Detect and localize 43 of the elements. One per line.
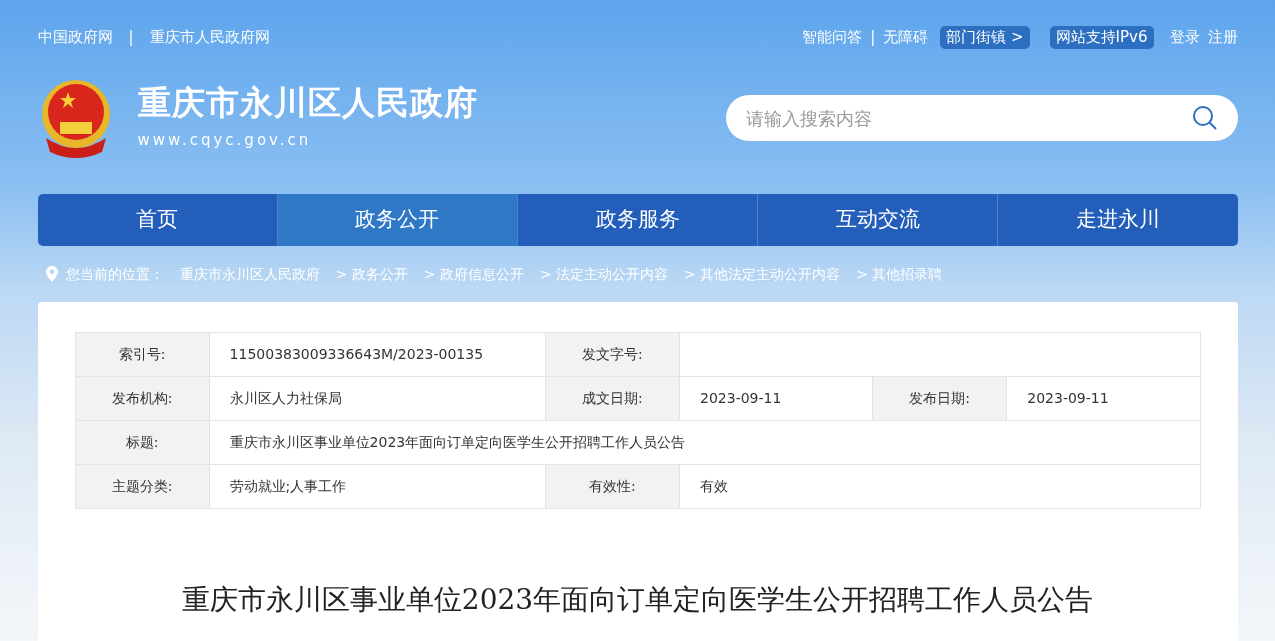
- search-icon[interactable]: [1191, 105, 1218, 131]
- location-pin-icon: [45, 266, 58, 282]
- breadcrumb-link[interactable]: > 政府信息公开: [423, 263, 524, 285]
- field-value: 重庆市永川区事业单位2023年面向订单定向医学生公开招聘工作人员公告: [209, 420, 1200, 465]
- nav-tab[interactable]: 政务服务: [516, 194, 758, 246]
- field-value: 有效: [679, 464, 1200, 509]
- nav-tab[interactable]: 首页: [37, 194, 277, 246]
- field-label: 发布日期:: [872, 376, 1007, 421]
- top-link[interactable]: 注册: [1207, 26, 1238, 49]
- top-link[interactable]: 重庆市人民政府网: [149, 26, 270, 78]
- field-value: 11500383009336643M/2023-00135: [209, 332, 546, 377]
- field-value: 永川区人力社保局: [209, 376, 546, 421]
- breadcrumb-link[interactable]: 重庆市永川区人民政府: [179, 263, 320, 285]
- breadcrumb-link[interactable]: > 其他招录聘: [856, 263, 943, 285]
- separator: |: [128, 27, 134, 48]
- search-field[interactable]: 请输入搜索内容: [725, 95, 1238, 141]
- breadcrumb-link[interactable]: > 法定主动公开内容: [539, 263, 669, 285]
- top-link[interactable]: 中国政府网: [37, 26, 113, 78]
- field-value: 2023-09-11: [679, 376, 873, 421]
- top-link[interactable]: 无障碍: [883, 26, 929, 49]
- nav-tab[interactable]: 互动交流: [757, 194, 998, 246]
- field-label: 有效性:: [545, 464, 680, 509]
- field-label: 标题:: [75, 420, 210, 465]
- separator: |: [870, 27, 876, 48]
- nav-tab[interactable]: 政务公开: [276, 194, 517, 246]
- breadcrumb-label: 您当前的位置：: [65, 264, 164, 284]
- field-label: 发布机构:: [75, 376, 210, 421]
- field-label: 主题分类:: [75, 464, 210, 509]
- top-link[interactable]: 登录: [1169, 26, 1200, 49]
- top-link[interactable]: 网站支持IPv6: [1049, 26, 1154, 49]
- field-value: 劳动就业;人事工作: [209, 464, 546, 509]
- article-title: 重庆市永川区事业单位2023年面向订单定向医学生公开招聘工作人员公告: [180, 582, 1095, 618]
- nav-tab[interactable]: 走进永川: [997, 194, 1238, 246]
- field-label: 索引号:: [75, 332, 210, 377]
- breadcrumb-link[interactable]: > 其他法定主动公开内容: [684, 263, 841, 285]
- field-label: 发文字号:: [545, 332, 680, 377]
- field-label: 成文日期:: [545, 376, 680, 421]
- top-link[interactable]: 智能问答: [802, 26, 863, 49]
- site-url: www.cqyc.gov.cn: [137, 129, 313, 151]
- site-title: 重庆市永川区人民政府: [137, 84, 478, 121]
- field-value: 2023-09-11: [1006, 376, 1200, 421]
- top-link[interactable]: 部门街镇 >: [940, 26, 1030, 49]
- breadcrumb-link[interactable]: > 政务公开: [335, 263, 408, 285]
